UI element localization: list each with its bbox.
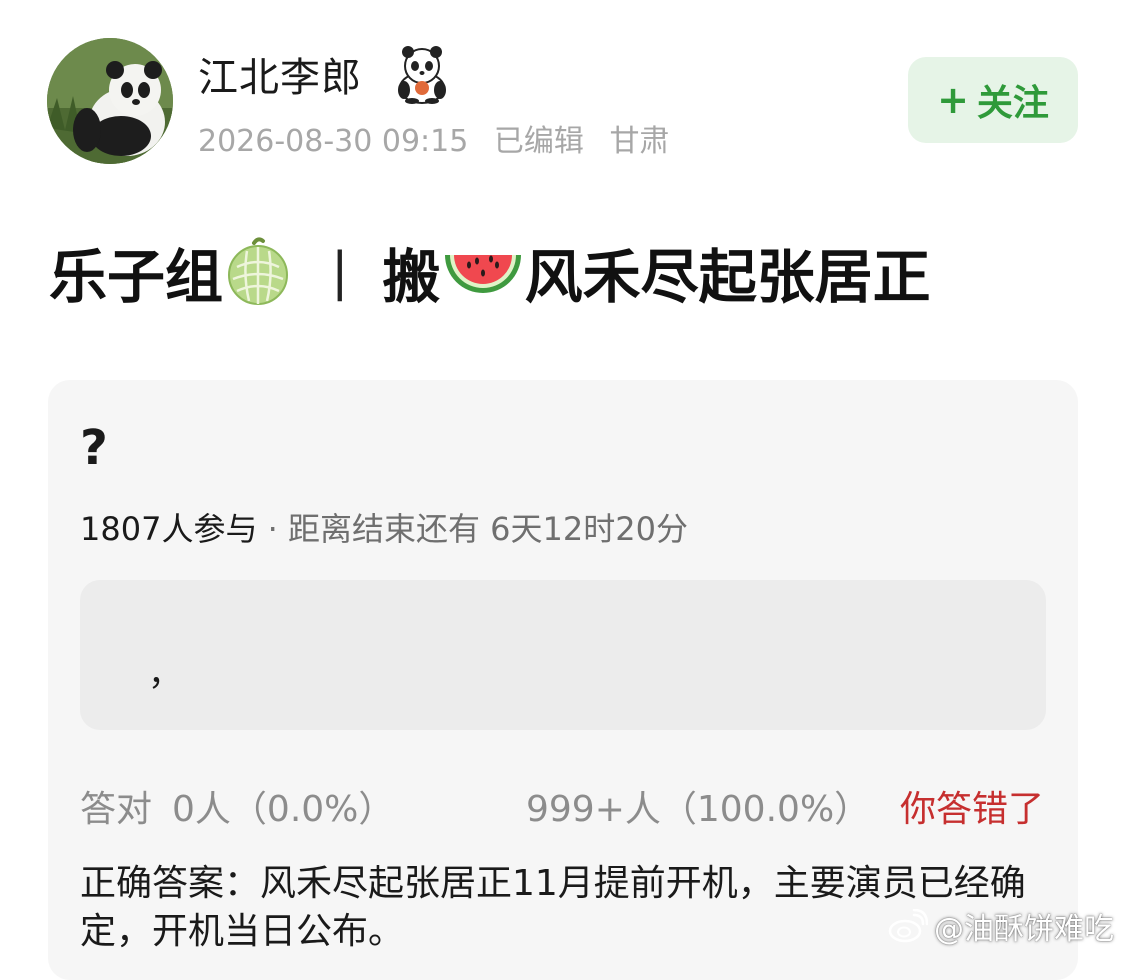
watermark-text: @油酥饼难吃 (934, 912, 1114, 947)
quiz-question: ? (80, 420, 108, 476)
participants-count: 1807人参与 (80, 510, 258, 548)
panda-avatar-icon (47, 38, 173, 164)
watermark: @油酥饼难吃 (888, 904, 1114, 948)
meta-dot: · (257, 510, 288, 548)
follow-button[interactable]: + 关注 (908, 57, 1078, 143)
username[interactable]: 江北李郎 (198, 45, 362, 103)
title-part-1: 乐子组 (49, 243, 224, 311)
title-part-3: 风禾尽起张居正 (524, 243, 931, 311)
correct-label: 答对 (80, 789, 153, 830)
title-separator: | (331, 242, 349, 302)
quiz-option-text: ， (148, 654, 182, 694)
post-title: 乐子组 | 搬 风禾尽起张居正 (49, 232, 931, 312)
avatar[interactable] (47, 38, 173, 164)
panda-badge-icon (398, 46, 446, 104)
follow-label: 关注 (976, 83, 1049, 124)
title-part-2: 搬 (382, 243, 441, 311)
quiz-meta: 1807人参与 · 距离结束还有 6天12时20分 (80, 504, 688, 550)
post-location: 甘肃 (609, 124, 670, 159)
post-timestamp: 2026-08-30 09:15 (198, 124, 469, 159)
quiz-card: ? 1807人参与 · 距离结束还有 6天12时20分 ， 答对 0人（0.0%）… (48, 380, 1078, 980)
melon-icon (228, 237, 289, 305)
wrong-count: 999+人（100.0%） (526, 789, 871, 830)
watermelon-icon (444, 255, 521, 293)
weibo-icon (888, 909, 928, 943)
time-remaining: 距离结束还有 6天12时20分 (287, 510, 688, 548)
post-meta: 2026-08-30 09:15 已编辑 甘肃 (198, 116, 669, 160)
quiz-result: 你答错了 (899, 789, 1044, 830)
quiz-stats: 答对 0人（0.0%） 999+人（100.0%） 你答错了 (80, 780, 1046, 830)
correct-count: 0人（0.0%） (172, 789, 395, 830)
plus-icon: + (937, 78, 969, 122)
quiz-option[interactable]: ， (80, 580, 1046, 730)
edited-label: 已编辑 (493, 124, 584, 159)
